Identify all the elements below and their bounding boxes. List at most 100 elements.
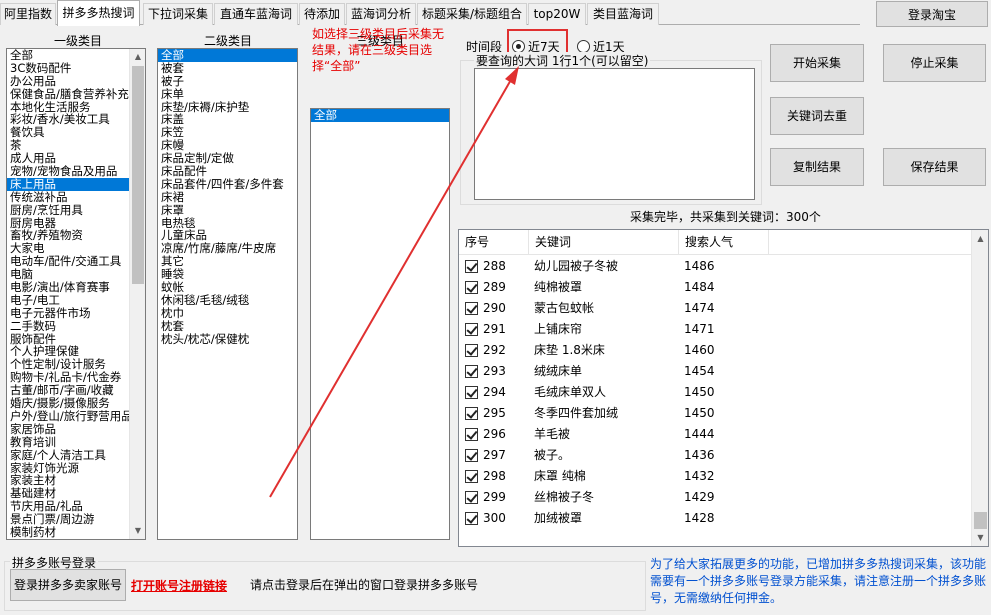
level2-item[interactable]: 枕巾 [158,307,297,320]
row-checkbox[interactable] [465,449,478,462]
scroll-thumb[interactable] [974,512,987,529]
level1-item[interactable]: 畜牧/养殖物资 [7,229,129,242]
row-checkbox[interactable] [465,428,478,441]
scroll-down-icon[interactable]: ▼ [972,529,988,546]
level1-item[interactable]: 床上用品 [7,177,129,191]
level2-item[interactable]: 床品配件 [158,165,297,178]
query-textarea[interactable] [474,68,755,200]
row-checkbox[interactable] [465,512,478,525]
level1-item[interactable]: 彩妆/香水/美妆工具 [7,113,129,126]
level1-item[interactable]: 模制药材 [7,526,129,539]
table-row[interactable]: 298 床罩 纯棉 1432 [459,466,971,487]
table-row[interactable]: 292 床垫 1.8米床 1460 [459,340,971,361]
scroll-thumb[interactable] [132,66,144,284]
tab-ali-index[interactable]: 阿里指数 [0,3,56,25]
level3-item[interactable]: 全部 [311,109,449,122]
level1-item[interactable]: 景点门票/周边游 [7,513,129,526]
level1-item[interactable]: 全部 [7,49,129,62]
row-checkbox[interactable] [465,323,478,336]
level1-item[interactable]: 服饰配件 [7,333,129,346]
level2-item[interactable]: 床笠 [158,126,297,139]
row-checkbox[interactable] [465,302,478,315]
level1-item[interactable]: 本地化生活服务 [7,101,129,114]
scroll-up-icon[interactable]: ▲ [972,230,988,247]
register-link[interactable]: 打开账号注册链接 [131,577,227,594]
login-pdd-seller-button[interactable]: 登录拼多多卖家账号 [10,569,126,601]
row-checkbox[interactable] [465,407,478,420]
level1-item[interactable]: 电子元器件市场 [7,307,129,320]
level1-item[interactable]: 家装主材 [7,474,129,487]
table-scrollbar[interactable]: ▲ ▼ [971,230,988,546]
table-row[interactable]: 288 幼儿园被子冬被 1486 [459,256,971,277]
login-taobao-button[interactable]: 登录淘宝 [876,1,988,27]
level2-listbox[interactable]: 全部 被套 被子 床单 床垫/床褥/床护垫 床盖 床笠 床幔 床品定制/定做 床品配件 床品套件/四… [157,48,298,540]
level2-item[interactable]: 床裙 [158,191,297,204]
table-row[interactable]: 294 毛绒床单双人 1450 [459,382,971,403]
table-row[interactable]: 291 上铺床帘 1471 [459,319,971,340]
tab-blue-ocean-analysis[interactable]: 蓝海词分析 [346,3,416,25]
level2-item[interactable]: 床品定制/定做 [158,152,297,165]
level1-item[interactable]: 基础建材 [7,487,129,500]
level1-item[interactable]: 户外/登山/旅行野营用品 [7,410,129,423]
level1-item[interactable]: 厨房电器 [7,217,129,230]
copy-results-button[interactable]: 复制结果 [770,148,864,186]
level2-item[interactable]: 睡袋 [158,268,297,281]
tab-pdd-hot-words[interactable]: 拼多多热搜词 [57,0,140,26]
level2-item[interactable]: 床幔 [158,139,297,152]
level1-item[interactable]: 保健食品/膳食营养补充 [7,88,129,101]
level1-item[interactable]: 教育培训 [7,436,129,449]
table-row[interactable]: 295 冬季四件套加绒 1450 [459,403,971,424]
level2-item[interactable]: 枕头/枕芯/保健枕 [158,333,297,346]
table-row[interactable]: 290 蒙古包蚊帐 1474 [459,298,971,319]
dedupe-keywords-button[interactable]: 关键词去重 [770,97,864,135]
level1-item[interactable]: 婚庆/摄影/摄像服务 [7,397,129,410]
row-checkbox[interactable] [465,386,478,399]
level2-item[interactable]: 全部 [158,49,297,62]
row-checkbox[interactable] [465,470,478,483]
level1-item[interactable]: 办公用品 [7,75,129,88]
level1-item[interactable]: 电子/电工 [7,294,129,307]
table-row[interactable]: 289 纯棉被罩 1484 [459,277,971,298]
results-table[interactable]: 序号 关键词 搜索人气 288 幼儿园被子冬被 1486 289 纯棉被罩 1484 290… [458,229,989,547]
row-checkbox[interactable] [465,365,478,378]
level2-item[interactable]: 被套 [158,62,297,75]
level1-listbox[interactable]: 全部 3C数码配件 办公用品 保健食品/膳食营养补充 本地化生活服务 彩妆/香水/美妆工具… [6,48,146,540]
table-row[interactable]: 293 绒绒床单 1454 [459,361,971,382]
level1-item[interactable]: 成人用品 [7,152,129,165]
tab-title-collect[interactable]: 标题采集/标题组合 [417,3,527,25]
level2-item[interactable]: 床单 [158,88,297,101]
level1-item[interactable]: 节庆用品/礼品 [7,500,129,513]
level2-item[interactable]: 床垫/床褥/床护垫 [158,101,297,114]
level1-item[interactable]: 电脑 [7,268,129,281]
level1-item[interactable]: 餐饮具 [7,126,129,139]
table-row[interactable]: 297 被子。 1436 [459,445,971,466]
level1-scrollbar[interactable]: ▲ ▼ [129,49,145,539]
level1-item[interactable]: 个性定制/设计服务 [7,358,129,371]
col-header-keyword[interactable]: 关键词 [529,230,679,255]
level1-item[interactable]: 电影/演出/体育赛事 [7,281,129,294]
level1-item[interactable]: 宠物/宠物食品及用品 [7,165,129,178]
level2-item[interactable]: 休闲毯/毛毯/绒毯 [158,294,297,307]
level2-item[interactable]: 电热毯 [158,217,297,230]
table-row[interactable]: 299 丝棉被子冬 1429 [459,487,971,508]
level2-item[interactable]: 儿童床品 [158,229,297,242]
level1-item[interactable]: 大家电 [7,242,129,255]
level1-item[interactable]: 茶 [7,139,129,152]
level1-item[interactable]: 购物卡/礼品卡/代金券 [7,371,129,384]
level1-item[interactable]: 传统滋补品 [7,191,129,204]
level2-item[interactable]: 凉席/竹席/藤席/牛皮席 [158,242,297,255]
level1-item[interactable]: 电动车/配件/交通工具 [7,255,129,268]
level1-item[interactable]: 二手数码 [7,320,129,333]
tab-top20w[interactable]: top20W [528,3,586,25]
row-checkbox[interactable] [465,281,478,294]
level3-listbox[interactable]: 全部 [310,108,450,540]
level1-item[interactable]: 家居饰品 [7,423,129,436]
level1-item[interactable]: 家装灯饰光源 [7,462,129,475]
level1-item[interactable]: 家庭/个人清洁工具 [7,449,129,462]
scroll-down-icon[interactable]: ▼ [130,523,145,539]
start-collect-button[interactable]: 开始采集 [770,44,864,82]
stop-collect-button[interactable]: 停止采集 [883,44,986,82]
table-row[interactable]: 296 羊毛被 1444 [459,424,971,445]
level2-item[interactable]: 其它 [158,255,297,268]
row-checkbox[interactable] [465,491,478,504]
